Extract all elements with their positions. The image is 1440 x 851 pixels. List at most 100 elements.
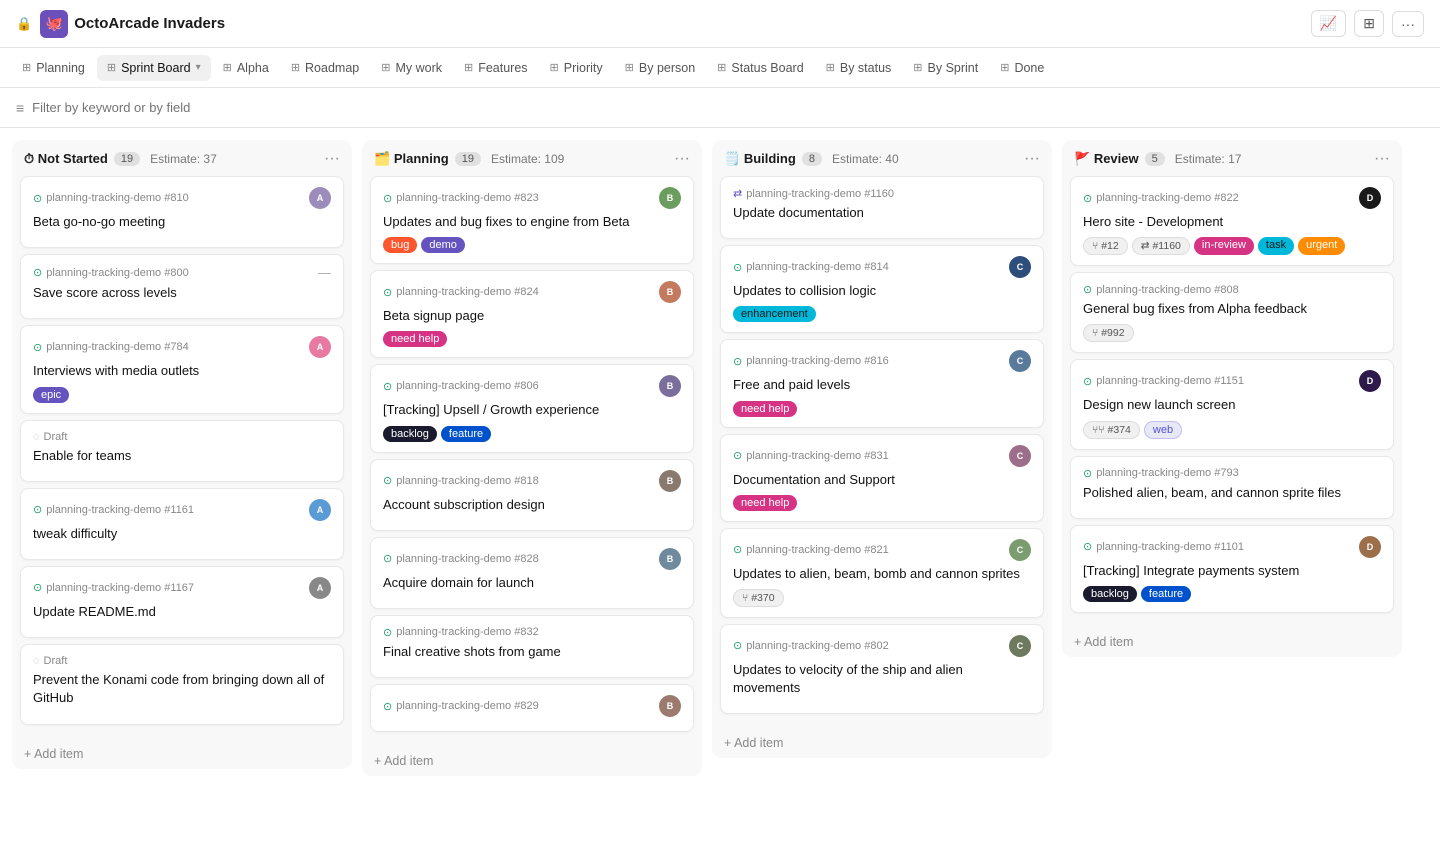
more-options-button[interactable]: ···: [1392, 11, 1424, 37]
tag-ref[interactable]: ⇄ #1160: [1132, 237, 1190, 255]
tab-label: By person: [639, 61, 695, 75]
card[interactable]: ⊙planning-tracking-demo #806B[Tracking] …: [370, 364, 694, 452]
tab-icon: ⊞: [913, 61, 922, 74]
tag-ref[interactable]: ⑂ #370: [733, 589, 784, 607]
card-title: [Tracking] Integrate payments system: [1083, 562, 1381, 580]
card[interactable]: ⊙planning-tracking-demo #814CUpdates to …: [720, 245, 1044, 333]
card-id-text: planning-tracking-demo #802: [746, 640, 888, 652]
card[interactable]: ⊙planning-tracking-demo #822DHero site -…: [1070, 176, 1394, 266]
card[interactable]: ⊙planning-tracking-demo #802CUpdates to …: [720, 624, 1044, 714]
tag-need-help[interactable]: need help: [383, 331, 447, 347]
tag-backlog[interactable]: backlog: [1083, 586, 1137, 602]
add-item-button[interactable]: + Add item: [1062, 627, 1402, 657]
card[interactable]: ⊙planning-tracking-demo #824BBeta signup…: [370, 270, 694, 358]
card-title: General bug fixes from Alpha feedback: [1083, 300, 1381, 318]
tag-backlog[interactable]: backlog: [383, 426, 437, 442]
card-id-text: planning-tracking-demo #806: [396, 380, 538, 392]
card[interactable]: ⊙planning-tracking-demo #1167AUpdate REA…: [20, 566, 344, 638]
tab-by-sprint[interactable]: ⊞ By Sprint: [903, 55, 988, 81]
card-id: ⇄planning-tracking-demo #1160: [733, 187, 894, 200]
add-item-button[interactable]: + Add item: [12, 739, 352, 769]
column-building: 🗒️ Building8Estimate: 40···⇄planning-tra…: [712, 140, 1052, 758]
add-item-button[interactable]: + Add item: [362, 746, 702, 776]
column-menu-button[interactable]: ···: [1024, 150, 1040, 168]
tag-bug[interactable]: bug: [383, 237, 417, 253]
tag-epic[interactable]: epic: [33, 387, 69, 403]
tag-enhancement[interactable]: enhancement: [733, 306, 816, 322]
card-id: ⊙planning-tracking-demo #800: [33, 266, 189, 279]
card[interactable]: ⊙planning-tracking-demo #818BAccount sub…: [370, 459, 694, 531]
column-menu-button[interactable]: ···: [324, 150, 340, 168]
card-id: ⊙planning-tracking-demo #816: [733, 355, 889, 368]
card[interactable]: ⊙planning-tracking-demo #784AInterviews …: [20, 325, 344, 413]
card[interactable]: ⊙planning-tracking-demo #793Polished ali…: [1070, 456, 1394, 519]
card-tags: need help: [733, 495, 1031, 511]
tab-status-board[interactable]: ⊞ Status Board: [707, 55, 813, 81]
tab-priority[interactable]: ⊞ Priority: [540, 55, 613, 81]
card[interactable]: ⊙planning-tracking-demo #832Final creati…: [370, 615, 694, 678]
card[interactable]: ⊙planning-tracking-demo #808General bug …: [1070, 272, 1394, 353]
tag-ref[interactable]: ⑂ #992: [1083, 324, 1134, 342]
grid-icon-button[interactable]: ⊞: [1354, 10, 1384, 37]
tab-alpha[interactable]: ⊞ Alpha: [213, 55, 279, 81]
tag-demo[interactable]: demo: [421, 237, 465, 253]
card-title: Update README.md: [33, 603, 331, 621]
card[interactable]: ⊙planning-tracking-demo #1161Atweak diff…: [20, 488, 344, 560]
card-id: ⊙planning-tracking-demo #821: [733, 543, 889, 556]
tag-ref[interactable]: ⑂ #12: [1083, 237, 1128, 255]
card[interactable]: ⊙planning-tracking-demo #828BAcquire dom…: [370, 537, 694, 609]
card[interactable]: ⊙planning-tracking-demo #800—Save score …: [20, 254, 344, 319]
column-menu-button[interactable]: ···: [674, 150, 690, 168]
card[interactable]: ⊙planning-tracking-demo #1151DDesign new…: [1070, 359, 1394, 449]
tag-in-review[interactable]: in-review: [1194, 237, 1254, 255]
card[interactable]: ⊙planning-tracking-demo #816CFree and pa…: [720, 339, 1044, 427]
tab-by-person[interactable]: ⊞ By person: [615, 55, 706, 81]
card-id-text: planning-tracking-demo #1160: [746, 188, 894, 200]
tab-by-status[interactable]: ⊞ By status: [816, 55, 902, 81]
add-item-button[interactable]: + Add item: [712, 728, 1052, 758]
card-id: ◌Draft: [33, 655, 67, 667]
tab-icon: ⊞: [1000, 61, 1009, 74]
tag-need-help[interactable]: need help: [733, 401, 797, 417]
column-menu-button[interactable]: ···: [1374, 150, 1390, 168]
tab-features[interactable]: ⊞ Features: [454, 55, 538, 81]
card[interactable]: ⊙planning-tracking-demo #823BUpdates and…: [370, 176, 694, 264]
tag-feature[interactable]: feature: [441, 426, 491, 442]
card-meta: ⊙planning-tracking-demo #793: [1083, 467, 1381, 480]
card[interactable]: ◌DraftPrevent the Konami code from bring…: [20, 644, 344, 724]
tab-icon: ⊞: [291, 61, 300, 74]
card-id: ⊙planning-tracking-demo #810: [33, 192, 189, 205]
tab-sprint-board[interactable]: ⊞ Sprint Board ▾: [97, 55, 211, 81]
tag-web[interactable]: web: [1144, 421, 1182, 439]
card-status-icon: ⊙: [1083, 540, 1092, 553]
column-estimate: Estimate: 109: [491, 152, 564, 166]
tab-my-work[interactable]: ⊞ My work: [371, 55, 452, 81]
tag-feature[interactable]: feature: [1141, 586, 1191, 602]
card[interactable]: ⊙planning-tracking-demo #810ABeta go-no-…: [20, 176, 344, 248]
column-count: 19: [114, 152, 140, 166]
card-id: ⊙planning-tracking-demo #1101: [1083, 540, 1244, 553]
column-title: 🗒️ Building: [724, 151, 796, 167]
tab-planning[interactable]: ⊞ Planning: [12, 55, 95, 81]
chart-icon-button[interactable]: 📈: [1311, 10, 1346, 37]
column-count: 8: [802, 152, 822, 166]
card[interactable]: ⊙planning-tracking-demo #1101D[Tracking]…: [1070, 525, 1394, 613]
tab-label: Sprint Board: [121, 61, 190, 75]
card[interactable]: ⊙planning-tracking-demo #829B: [370, 684, 694, 732]
card-status-icon: ⊙: [383, 626, 392, 639]
tag-task[interactable]: task: [1258, 237, 1294, 255]
filter-input[interactable]: [32, 100, 1424, 115]
card[interactable]: ⇄planning-tracking-demo #1160Update docu…: [720, 176, 1044, 239]
card-status-icon: ⊙: [383, 700, 392, 713]
card-id-text: planning-tracking-demo #784: [46, 341, 188, 353]
card[interactable]: ⊙planning-tracking-demo #831CDocumentati…: [720, 434, 1044, 522]
tag-need-help[interactable]: need help: [733, 495, 797, 511]
avatar: B: [659, 187, 681, 209]
card[interactable]: ⊙planning-tracking-demo #821CUpdates to …: [720, 528, 1044, 618]
tag-urgent[interactable]: urgent: [1298, 237, 1345, 255]
card-id-text: Draft: [44, 655, 68, 667]
tab-roadmap[interactable]: ⊞ Roadmap: [281, 55, 369, 81]
tab-done[interactable]: ⊞ Done: [990, 55, 1054, 81]
card[interactable]: ◌DraftEnable for teams: [20, 420, 344, 482]
tag-ref[interactable]: ⑂⑂ #374: [1083, 421, 1140, 439]
